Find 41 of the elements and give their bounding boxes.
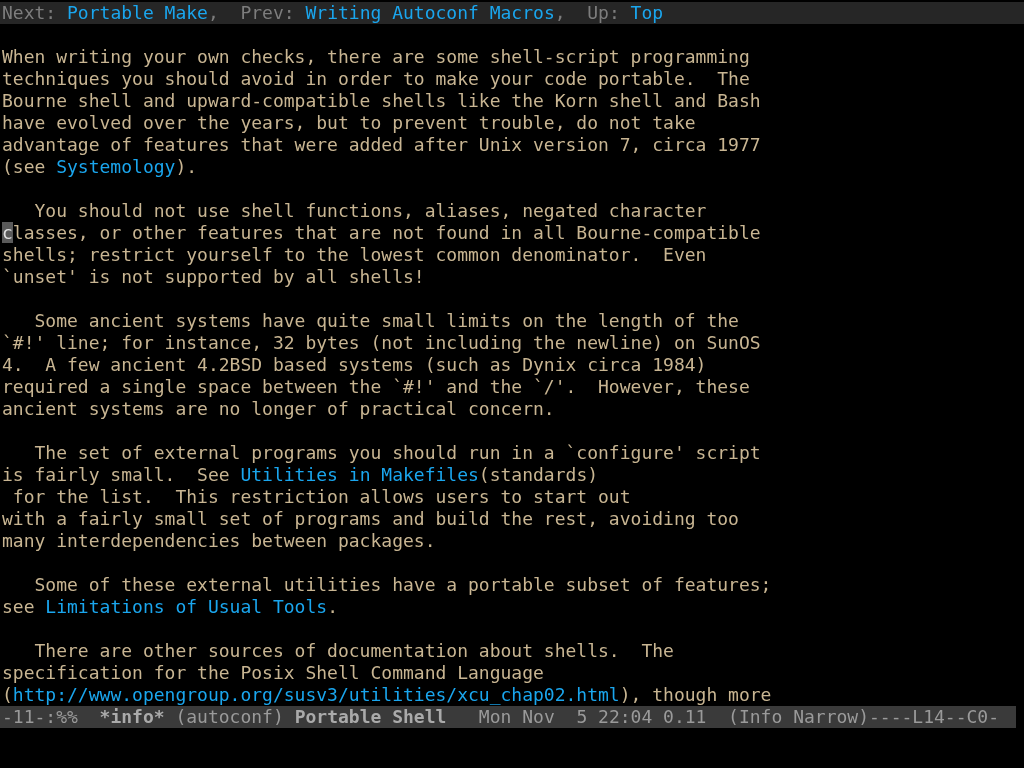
- text-line: 4. A few ancient 4.2BSD based systems (such as Dynix circa 1984): [2, 354, 708, 376]
- link[interactable]: Limitations of Usual Tools: [45, 596, 328, 617]
- text-line: for the list. This restriction allows users to start out: [11, 486, 632, 508]
- text-line: shells; restrict yourself to the lowest common denominator. Even: [2, 244, 708, 266]
- nav-label: , Prev:: [207, 2, 296, 23]
- text-line: You should not use shell functions, aliases, negated character: [33, 200, 708, 222]
- text-line: many interdependencies between packages.: [2, 530, 437, 552]
- text-line: (http://www.opengroup.org/susv3/utilities/xcu_chap02.html), though more: [2, 684, 773, 706]
- text-line: The set of external programs you should run in a `configure' script: [33, 442, 762, 464]
- text-line: advantage of features that were added after Unix version 7, circa 1977: [2, 134, 762, 156]
- text-line: specification for the Posix Shell Command Language: [2, 662, 545, 684]
- text-line: is fairly small. See Utilities in Makefiles(standards): [2, 464, 600, 486]
- text-line: (see Systemology).: [2, 156, 199, 178]
- text-line: with a fairly small set of programs and build the rest, avoiding too: [2, 508, 740, 530]
- nav-link[interactable]: Portable Make: [67, 2, 208, 23]
- text-line: Bourne shell and upward-compatible shells like the Korn shell and Bash: [2, 90, 762, 112]
- link[interactable]: Utilities in Makefiles: [240, 464, 479, 485]
- text-line: have evolved over the years, but to prevent trouble, do not take: [2, 112, 697, 134]
- text-line: When writing your own checks, there are some shell-script programming: [2, 46, 751, 68]
- text-line: There are other sources of documentation about shells. The: [33, 640, 675, 662]
- mode-line-text: Mon Nov 5 22:04 0.11 (Info Narrow)----L14--C0-: [477, 706, 1000, 727]
- text-cursor: c: [2, 222, 13, 243]
- mode-line-text: -11-:%%: [2, 706, 79, 727]
- text-line: Some of these external utilities have a portable subset of features;: [33, 574, 773, 596]
- text-line: Some ancient systems have quite small limits on the length of the: [33, 310, 740, 332]
- text-line: classes, or other features that are not found in all Bourne-compatible: [2, 222, 762, 244]
- nav-label: Next:: [2, 2, 58, 23]
- nav-link[interactable]: Writing Autoconf Macros: [305, 2, 555, 23]
- buffer-name: Portable Shell: [294, 706, 447, 727]
- link[interactable]: Systemology: [56, 156, 176, 177]
- text-line: ancient systems are no longer of practical concern.: [2, 398, 556, 420]
- buffer-name: *info*: [99, 706, 165, 727]
- text-line: required a single space between the `#!' and the `/'. However, these: [2, 376, 751, 398]
- nav-link[interactable]: Top: [630, 2, 664, 23]
- link[interactable]: http://www.opengroup.org/susv3/utilities/xcu_chap02.html: [12, 684, 620, 705]
- text-line: `unset' is not supported by all shells!: [2, 266, 426, 288]
- text-line: `#!' line; for instance, 32 bytes (not including the newline) on SunOS: [2, 332, 762, 354]
- text-line: techniques you should avoid in order to make your code portable. The: [2, 68, 751, 90]
- nav-label: , Up:: [554, 2, 621, 23]
- mode-line-text: (autoconf): [174, 706, 285, 727]
- text-line: see Limitations of Usual Tools.: [2, 596, 339, 618]
